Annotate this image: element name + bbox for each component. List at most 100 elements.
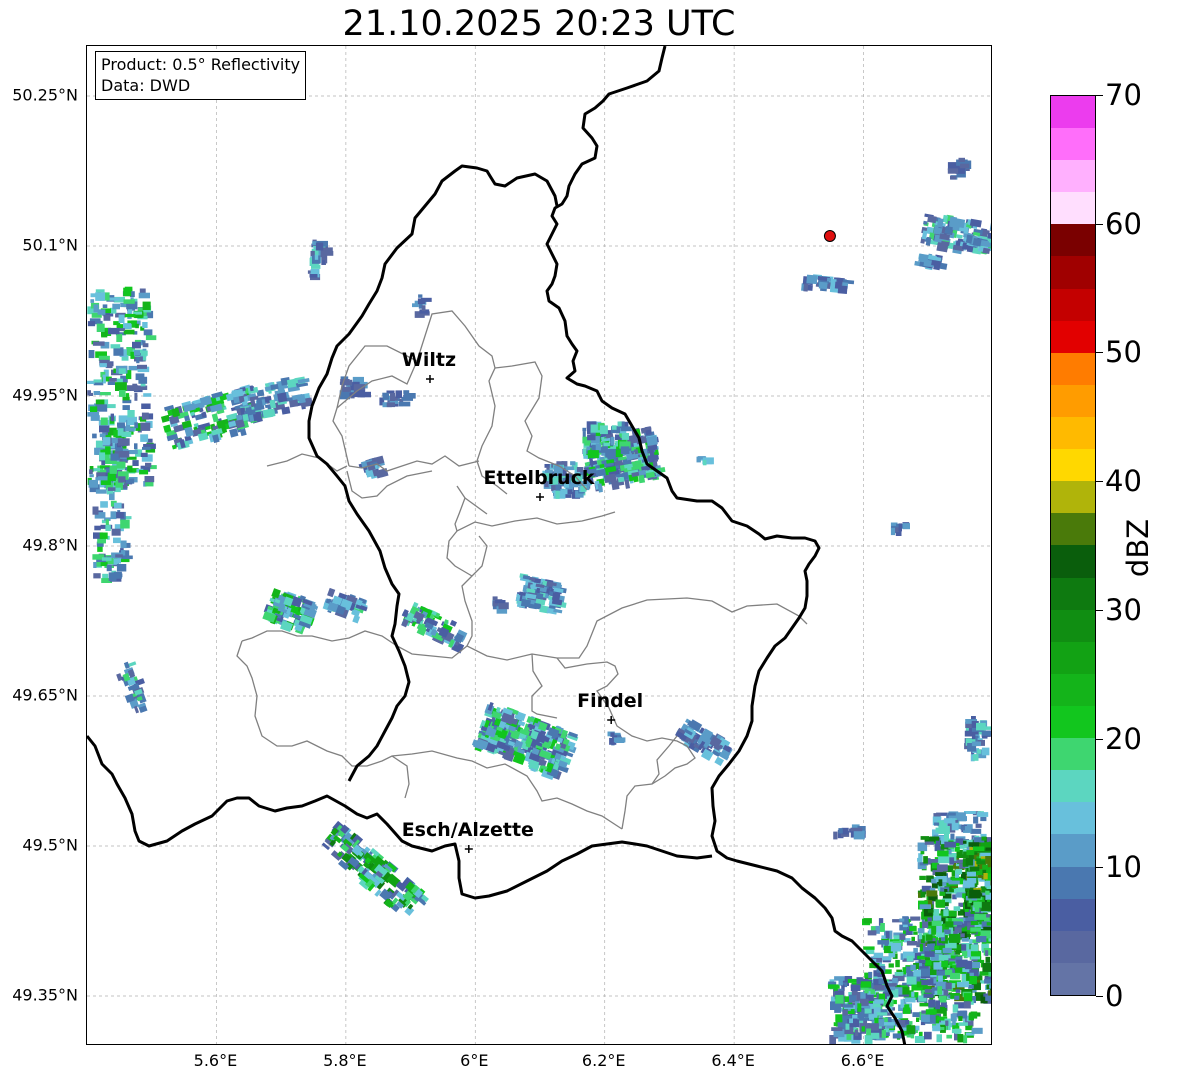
echo-cluster — [674, 718, 733, 767]
colorbar-segment — [1051, 577, 1095, 610]
colorbar-segment — [1051, 449, 1095, 482]
colorbar-segment — [1051, 192, 1095, 225]
colorbar-segment — [1051, 352, 1095, 385]
lon-tick-label: 6°E — [460, 1051, 489, 1070]
colorbar-segment — [1051, 95, 1095, 129]
echo-cluster — [920, 213, 991, 255]
echo-cluster — [231, 376, 313, 422]
echo-cluster — [890, 522, 910, 536]
colorbar-segment — [1051, 320, 1095, 353]
colorbar-tick-label: 10 — [1105, 850, 1142, 885]
colorbar-segment — [1051, 288, 1095, 321]
colorbar-tick-mark — [1096, 223, 1103, 225]
echo-cluster — [947, 157, 972, 180]
colorbar-tick-mark — [1096, 352, 1103, 354]
lat-tick-label: 49.65°N — [12, 685, 78, 705]
colorbar-tick-label: 70 — [1105, 78, 1142, 112]
colorbar-tick-mark — [1096, 738, 1103, 740]
city-marker — [425, 375, 434, 383]
lat-tick-label: 49.95°N — [12, 385, 78, 405]
lat-tick-label: 50.1°N — [22, 235, 78, 255]
colorbar-segment — [1051, 930, 1095, 963]
colorbar-segment — [1051, 545, 1095, 578]
lat-tick-label: 49.35°N — [12, 985, 78, 1005]
colorbar-tick-mark — [1096, 609, 1103, 611]
data-source-label: Data: DWD — [101, 76, 191, 95]
canton-border — [464, 497, 488, 515]
colorbar-segment — [1051, 384, 1095, 418]
colorbar-segment — [1051, 417, 1095, 450]
echo-cluster — [607, 731, 626, 746]
colorbar-segment — [1051, 609, 1095, 642]
colorbar-tick-mark — [1096, 867, 1103, 869]
echo-cluster — [116, 661, 148, 714]
colorbar-tick-mark — [1096, 95, 1103, 96]
product-info-box: Product: 0.5° Reflectivity Data: DWD — [95, 51, 307, 100]
radar-site-marker — [823, 230, 836, 242]
lat-tick-label: 50.25°N — [12, 85, 78, 105]
colorbar-tick-label: 0 — [1105, 979, 1124, 1013]
colorbar-segment — [1051, 738, 1095, 771]
echo-cluster — [412, 294, 432, 318]
graticule — [87, 46, 991, 1044]
colorbar-segment — [1051, 481, 1095, 514]
colorbar-segment — [1051, 770, 1095, 803]
city-marker — [536, 493, 544, 501]
echo-cluster — [964, 716, 991, 762]
country-borders — [87, 46, 907, 1044]
colorbar-tick-label: 50 — [1105, 335, 1142, 370]
canton-border — [446, 530, 473, 577]
echo-cluster — [401, 601, 468, 654]
colorbar-tick-label: 30 — [1105, 592, 1142, 627]
colorbar-tick-label: 20 — [1105, 721, 1142, 756]
colorbar-segment — [1051, 866, 1095, 899]
radar-map[interactable] — [86, 45, 992, 1045]
city-label: Ettelbruck — [483, 467, 595, 489]
city-marker — [607, 716, 616, 724]
colorbar-segment — [1051, 898, 1095, 931]
lon-tick-label: 6.6°E — [840, 1051, 885, 1070]
colorbar-tick-mark — [1096, 996, 1103, 997]
map-canvas — [87, 46, 991, 1044]
echo-cluster — [515, 573, 567, 615]
colorbar-segment — [1051, 224, 1095, 257]
lat-tick-label: 49.8°N — [22, 535, 78, 555]
city-label: Esch/Alzette — [401, 819, 534, 841]
colorbar-segment — [1051, 641, 1095, 674]
colorbar-segment — [1051, 962, 1095, 995]
echo-cluster — [492, 596, 509, 614]
city-label: Findel — [577, 690, 644, 712]
echo-cluster — [833, 824, 866, 840]
echo-cluster — [379, 390, 416, 408]
radar-echoes — [87, 157, 991, 1044]
colorbar-segment — [1051, 128, 1095, 161]
echo-cluster — [962, 846, 991, 913]
colorbar-segment — [1051, 802, 1095, 835]
colorbar-tick-label: 40 — [1105, 464, 1142, 499]
canton-border — [266, 453, 348, 472]
colorbar-segment — [1051, 673, 1095, 707]
colorbar-label: dBZ — [1121, 518, 1155, 578]
canton-border — [391, 755, 410, 799]
map-title: 21.10.2025 20:23 UTC — [342, 4, 736, 44]
colorbar-segment — [1051, 706, 1095, 739]
colorbar-tick-label: 60 — [1105, 206, 1142, 241]
echo-cluster — [92, 431, 133, 583]
colorbar-segment — [1051, 256, 1095, 289]
city-label: Wiltz — [401, 349, 457, 371]
lon-tick-label: 6.2°E — [581, 1051, 626, 1070]
canton-border — [531, 653, 558, 719]
canton-border — [332, 407, 350, 467]
echo-cluster — [471, 701, 579, 781]
lon-tick-label: 5.8°E — [323, 1051, 367, 1070]
echo-cluster — [801, 274, 855, 295]
lon-tick-label: 6.4°E — [711, 1051, 755, 1070]
canton-border — [461, 535, 808, 661]
colorbar-segment — [1051, 513, 1095, 546]
colorbar — [1050, 95, 1096, 996]
product-label: Product: 0.5° Reflectivity — [101, 55, 301, 74]
radar-site-layer — [823, 230, 836, 242]
colorbar-tick-mark — [1096, 481, 1103, 483]
lon-tick-label: 5.6°E — [193, 1051, 238, 1070]
canton-border — [556, 657, 696, 830]
